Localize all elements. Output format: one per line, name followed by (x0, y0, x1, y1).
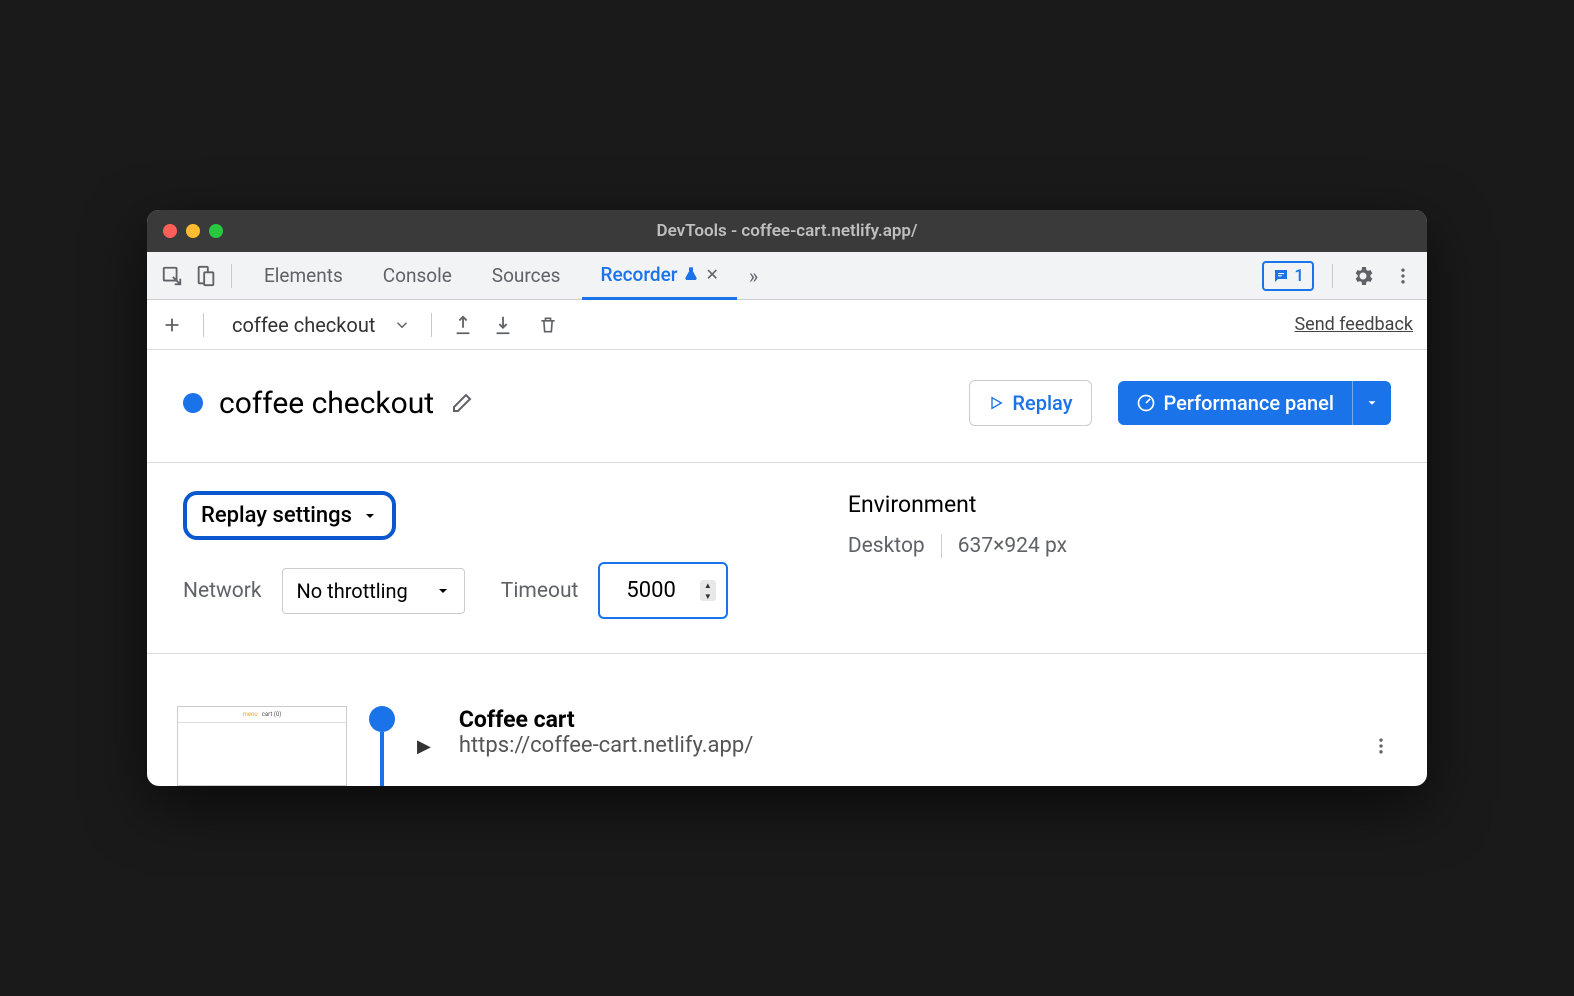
replay-button-label: Replay (1012, 391, 1072, 415)
step-url: https://coffee-cart.netlify.app/ (459, 733, 753, 758)
more-tabs-icon[interactable]: » (749, 264, 758, 288)
network-value: No throttling (297, 579, 408, 603)
step-up-icon[interactable]: ▲ (700, 580, 716, 590)
issues-count: 1 (1294, 266, 1304, 286)
environment-dimensions: 637×924 px (958, 534, 1067, 558)
delete-icon[interactable] (538, 314, 558, 336)
divider (1332, 264, 1333, 288)
timeline-dot (369, 706, 395, 732)
divider (941, 534, 942, 558)
edit-title-icon[interactable] (450, 391, 474, 415)
settings-row: Network No throttling Timeout 5000 ▲ ▼ (183, 562, 728, 619)
tab-label: Elements (264, 264, 343, 287)
devtools-window: DevTools - coffee-cart.netlify.app/ Elem… (147, 210, 1427, 786)
window-title: DevTools - coffee-cart.netlify.app/ (657, 221, 918, 241)
chevron-down-icon[interactable] (393, 316, 411, 334)
number-stepper[interactable]: ▲ ▼ (700, 580, 716, 601)
performance-dropdown-button[interactable] (1352, 381, 1391, 425)
tab-elements[interactable]: Elements (246, 252, 361, 300)
tab-sources[interactable]: Sources (474, 252, 579, 300)
divider (203, 313, 204, 337)
recorder-toolbar: coffee checkout Send feedback (147, 300, 1427, 350)
replay-settings-label: Replay settings (201, 503, 352, 528)
tab-label: Recorder (600, 263, 677, 286)
caret-down-icon (436, 585, 450, 597)
play-icon (988, 395, 1004, 411)
recording-header: coffee checkout Replay Performance panel (147, 350, 1427, 463)
gauge-icon (1136, 393, 1156, 413)
tab-recorder[interactable]: Recorder ✕ (582, 252, 736, 300)
maximize-window-button[interactable] (209, 224, 223, 238)
recording-status-dot (183, 393, 203, 413)
divider (431, 313, 432, 337)
divider (231, 264, 232, 288)
timeout-value: 5000 (626, 578, 675, 603)
minimize-window-button[interactable] (186, 224, 200, 238)
timeout-label: Timeout (501, 579, 579, 603)
close-tab-icon[interactable]: ✕ (705, 265, 718, 284)
flask-icon (683, 266, 699, 282)
traffic-lights (163, 224, 223, 238)
inspect-element-icon[interactable] (161, 265, 183, 287)
step-title: Coffee cart (459, 706, 753, 733)
chat-icon (1272, 267, 1290, 285)
step-down-icon[interactable]: ▼ (700, 591, 716, 601)
replay-settings-col: Replay settings Network No throttling Ti… (183, 491, 728, 619)
caret-down-icon (362, 510, 378, 522)
replay-settings-toggle[interactable]: Replay settings (183, 491, 396, 540)
tab-label: Console (383, 264, 452, 287)
device-toolbar-icon[interactable] (195, 265, 217, 287)
performance-panel-label: Performance panel (1164, 391, 1335, 415)
kebab-menu-icon[interactable] (1393, 266, 1413, 286)
export-icon[interactable] (452, 314, 474, 336)
replay-button[interactable]: Replay (969, 380, 1091, 426)
recording-select-label: coffee checkout (224, 313, 383, 337)
tab-console[interactable]: Console (365, 252, 470, 300)
recording-title: coffee checkout (219, 386, 434, 421)
environment-heading: Environment (848, 491, 1067, 518)
import-icon[interactable] (492, 314, 514, 336)
network-label: Network (183, 579, 262, 603)
timeout-input[interactable]: 5000 ▲ ▼ (598, 562, 727, 619)
titlebar: DevTools - coffee-cart.netlify.app/ (147, 210, 1427, 252)
settings-icon[interactable] (1351, 264, 1375, 288)
issues-badge[interactable]: 1 (1262, 261, 1314, 291)
send-feedback-link[interactable]: Send feedback (1294, 314, 1413, 335)
step-thumbnail[interactable]: menucart (0) (177, 706, 347, 786)
environment-col: Environment Desktop 637×924 px (848, 491, 1067, 619)
expand-step-icon[interactable]: ▶ (417, 736, 431, 757)
network-throttling-select[interactable]: No throttling (282, 568, 465, 614)
step-text: Coffee cart https://coffee-cart.netlify.… (459, 706, 753, 758)
recording-step: menucart (0) ▶ Coffee cart https://coffe… (147, 654, 1427, 786)
close-window-button[interactable] (163, 224, 177, 238)
environment-device: Desktop (848, 534, 925, 558)
step-menu-icon[interactable] (1371, 736, 1391, 756)
new-recording-icon[interactable] (161, 314, 183, 336)
tab-label: Sources (492, 264, 561, 287)
settings-section: Replay settings Network No throttling Ti… (147, 463, 1427, 654)
devtools-tabbar: Elements Console Sources Recorder ✕ » 1 (147, 252, 1427, 300)
performance-panel-button[interactable]: Performance panel (1118, 381, 1353, 425)
caret-down-icon (1365, 396, 1379, 410)
